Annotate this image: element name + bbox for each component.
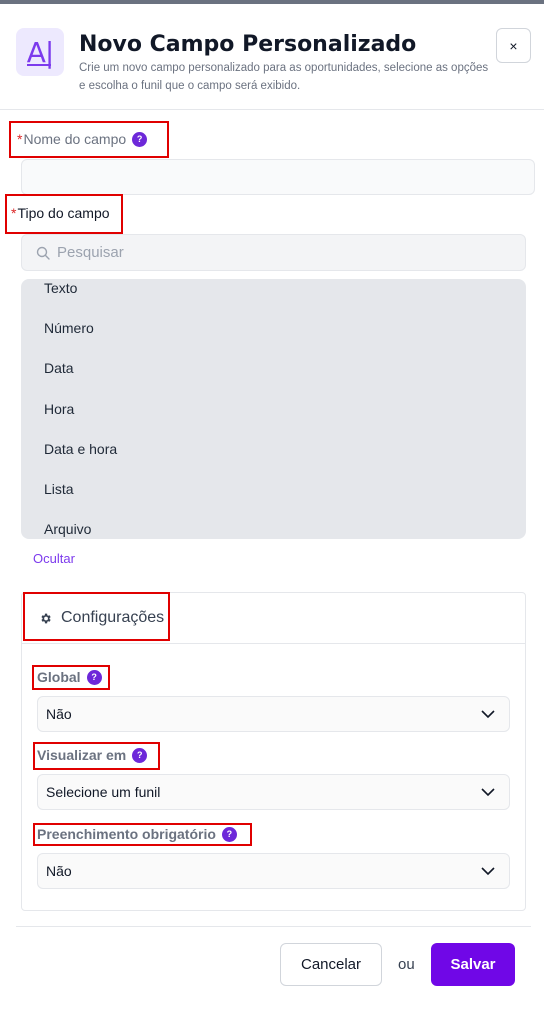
close-button[interactable]: × — [496, 28, 531, 63]
option-arquivo[interactable]: Arquivo — [44, 521, 91, 537]
global-select[interactable]: Não — [37, 696, 510, 732]
field-type-label: *Tipo do campo — [11, 205, 110, 221]
logo-underline — [27, 64, 51, 66]
chevron-down-icon — [481, 710, 495, 719]
required-fill-select[interactable]: Não — [37, 853, 510, 889]
chevron-down-icon — [481, 788, 495, 797]
global-label: Global ? — [37, 669, 102, 685]
hide-options-link[interactable]: Ocultar — [33, 551, 75, 566]
option-lista[interactable]: Lista — [44, 481, 74, 497]
field-type-search[interactable]: Pesquisar — [21, 234, 526, 271]
ai-logo-icon: A| — [16, 28, 64, 76]
modal-title: Novo Campo Personalizado — [79, 32, 417, 57]
option-texto[interactable]: Texto — [44, 280, 77, 296]
option-numero[interactable]: Número — [44, 320, 94, 336]
view-in-label: Visualizar em ? — [37, 747, 148, 763]
or-text: ou — [398, 956, 415, 973]
field-name-label: *Nome do campo ? — [17, 131, 148, 147]
footer-divider — [16, 926, 531, 927]
help-icon[interactable]: ? — [86, 669, 102, 685]
chevron-down-icon — [481, 867, 495, 876]
option-hora[interactable]: Hora — [44, 401, 74, 417]
annotation-box-settings — [23, 592, 170, 641]
view-in-funnel-select[interactable]: Selecione um funil — [37, 774, 510, 810]
cancel-button[interactable]: Cancelar — [280, 943, 382, 986]
required-fill-label: Preenchimento obrigatório ? — [37, 826, 237, 842]
help-icon[interactable]: ? — [132, 131, 148, 147]
required-mark: * — [17, 131, 23, 147]
field-name-input[interactable] — [21, 159, 535, 195]
modal-header: A| Novo Campo Personalizado Crie um novo… — [0, 4, 544, 110]
close-icon: × — [509, 37, 518, 54]
search-icon — [36, 246, 50, 260]
required-mark: * — [11, 205, 17, 221]
option-data[interactable]: Data — [44, 360, 74, 376]
option-data-e-hora[interactable]: Data e hora — [44, 441, 117, 457]
help-icon[interactable]: ? — [221, 826, 237, 842]
field-type-options-list: Texto Número Data Hora Data e hora Lista… — [21, 279, 526, 539]
modal-subtitle: Crie um novo campo personalizado para as… — [79, 62, 489, 92]
help-icon[interactable]: ? — [132, 747, 148, 763]
save-button[interactable]: Salvar — [431, 943, 515, 986]
search-placeholder: Pesquisar — [57, 244, 124, 261]
